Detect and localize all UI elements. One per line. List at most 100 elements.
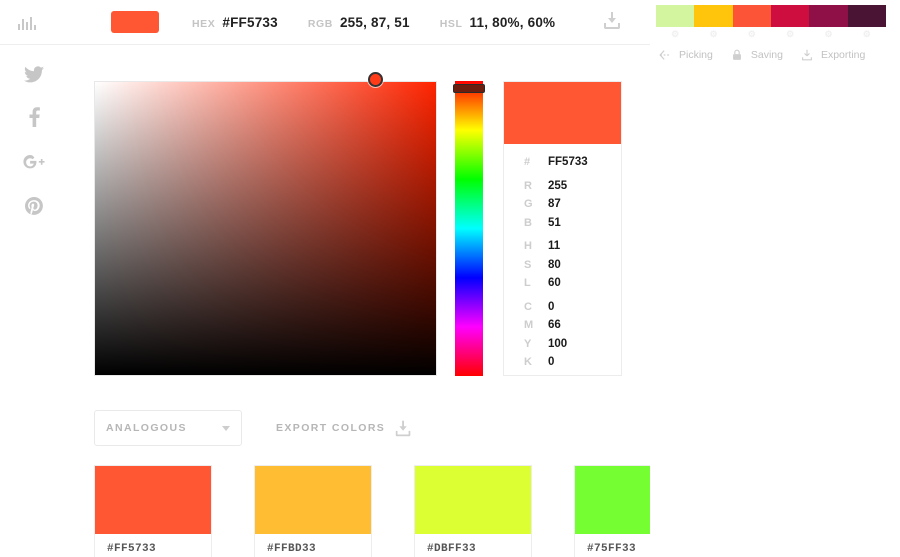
export-colors-button[interactable]: EXPORT COLORS <box>276 420 412 437</box>
value-key: Y <box>524 337 532 350</box>
scheme-controls: ANALOGOUS EXPORT COLORS <box>94 410 412 446</box>
stage-label: Saving <box>750 49 783 61</box>
value-key: L <box>524 277 531 289</box>
value-row-h: H 11 <box>524 240 621 259</box>
value-number: 0 <box>548 356 555 368</box>
twitter-icon[interactable] <box>22 62 46 92</box>
value-key: B <box>524 216 532 229</box>
value-row-l: L 60 <box>524 277 621 296</box>
color-values-list: # FF5733 R 255 G 87 B 51 H 11 S 80 L 60 … <box>504 144 621 375</box>
stage-exporting[interactable]: Exporting <box>800 48 865 62</box>
pinterest-icon[interactable] <box>22 194 46 224</box>
download-icon[interactable] <box>604 12 621 34</box>
palette-card-list: #FF5733 #FFBD33 #DBFF33 #75FF33 <box>94 465 692 557</box>
facebook-icon[interactable] <box>22 106 46 136</box>
swatch-action-icon[interactable]: ⚙ <box>848 29 886 40</box>
scheme-dropdown[interactable]: ANALOGOUS <box>94 410 242 446</box>
google-plus-icon[interactable] <box>22 150 46 180</box>
palette-chip[interactable] <box>95 466 211 534</box>
palette-strip-swatch[interactable] <box>656 5 695 27</box>
hue-slider[interactable] <box>455 81 483 376</box>
swatch-action-icon[interactable]: ⚙ <box>656 29 694 40</box>
saved-palette-strip[interactable] <box>656 5 886 27</box>
value-row-c: C 0 <box>524 301 621 320</box>
social-share-rail <box>22 62 54 238</box>
value-row-hex: # FF5733 <box>524 156 621 175</box>
palette-strip-swatch[interactable] <box>732 5 771 27</box>
value-row-y: Y 100 <box>524 338 621 357</box>
rgb-value[interactable]: 255, 87, 51 <box>340 15 410 30</box>
current-color-swatch[interactable] <box>111 11 159 33</box>
value-row-g: G 87 <box>524 198 621 217</box>
hsl-value[interactable]: 11, 80%, 60% <box>470 15 556 30</box>
value-key: C <box>524 300 532 313</box>
palette-hex-label: #FFBD33 <box>267 543 317 555</box>
palette-card[interactable]: #DBFF33 <box>414 465 532 557</box>
stage-picking[interactable]: Picking <box>658 48 713 62</box>
palette-strip-swatch[interactable] <box>770 5 810 27</box>
palette-hex-label: #FF5733 <box>107 543 157 555</box>
value-number: 80 <box>548 258 561 271</box>
rgb-label: RGB <box>307 17 333 30</box>
palette-chip[interactable] <box>415 466 531 534</box>
value-row-m: M 66 <box>524 319 621 338</box>
value-number: 51 <box>548 216 561 229</box>
right-panel: ⚙ ⚙ ⚙ ⚙ ⚙ ⚙ Picking Saving Exporting <box>650 0 900 557</box>
value-key: R <box>524 179 532 192</box>
value-number: 11 <box>548 240 561 252</box>
palette-card[interactable]: #FFBD33 <box>254 465 372 557</box>
swatch-action-icon[interactable]: ⚙ <box>694 29 732 40</box>
palette-strip-icons: ⚙ ⚙ ⚙ ⚙ ⚙ ⚙ <box>656 29 886 40</box>
hue-slider-handle[interactable] <box>453 84 485 93</box>
value-row-b: B 51 <box>524 217 621 236</box>
swatch-action-icon[interactable]: ⚙ <box>809 29 847 40</box>
palette-card[interactable]: #FF5733 <box>94 465 212 557</box>
palette-strip-swatch[interactable] <box>694 5 733 27</box>
stage-saving[interactable]: Saving <box>730 48 783 62</box>
value-key: H <box>524 240 532 252</box>
palette-chip[interactable] <box>255 466 371 534</box>
saturation-value-area[interactable] <box>94 81 437 376</box>
stage-label: Picking <box>679 49 713 61</box>
value-number: 87 <box>548 198 561 210</box>
top-bar: HEX #FF5733 RGB 255, 87, 51 HSL 11, 80%,… <box>0 0 650 45</box>
value-key: # <box>524 156 531 168</box>
value-key: G <box>524 198 533 210</box>
stage-label: Exporting <box>820 49 866 61</box>
lock-icon <box>730 48 744 62</box>
swatch-action-icon[interactable]: ⚙ <box>771 29 809 40</box>
workflow-stages: Picking Saving Exporting <box>658 44 892 66</box>
color-picker-page: HEX #FF5733 RGB 255, 87, 51 HSL 11, 80%,… <box>0 0 900 557</box>
value-number: 100 <box>548 337 568 350</box>
export-colors-label: EXPORT COLORS <box>276 422 386 434</box>
value-key: K <box>524 356 532 368</box>
color-preview <box>504 82 621 144</box>
chevron-down-icon <box>222 425 230 431</box>
bar-chart-icon[interactable] <box>18 14 36 30</box>
value-number: FF5733 <box>548 156 588 168</box>
value-number: 0 <box>548 300 555 313</box>
value-row-s: S 80 <box>524 259 621 278</box>
value-key: M <box>524 319 534 331</box>
value-row-k: K 0 <box>524 356 621 375</box>
value-number: 60 <box>548 277 561 289</box>
color-info-panel: # FF5733 R 255 G 87 B 51 H 11 S 80 L 60 … <box>503 81 622 376</box>
hsl-field: HSL 11, 80%, 60% <box>440 15 556 30</box>
value-row-r: R 255 <box>524 180 621 199</box>
hex-value[interactable]: #FF5733 <box>222 15 277 30</box>
value-number: 66 <box>548 319 561 331</box>
arrow-left-icon <box>658 48 672 62</box>
palette-strip-swatch[interactable] <box>809 5 848 27</box>
hsl-label: HSL <box>439 17 463 30</box>
value-number: 255 <box>548 179 568 192</box>
hex-label: HEX <box>192 17 216 30</box>
swatch-action-icon[interactable]: ⚙ <box>733 29 771 40</box>
download-icon <box>800 48 814 62</box>
scheme-selected-label: ANALOGOUS <box>106 422 187 434</box>
palette-strip-swatch[interactable] <box>847 5 886 27</box>
palette-hex-label: #DBFF33 <box>427 543 477 555</box>
saturation-value-handle[interactable] <box>368 72 383 87</box>
rgb-field: RGB 255, 87, 51 <box>308 15 410 30</box>
download-icon <box>395 420 412 436</box>
hex-field: HEX #FF5733 <box>192 15 278 30</box>
